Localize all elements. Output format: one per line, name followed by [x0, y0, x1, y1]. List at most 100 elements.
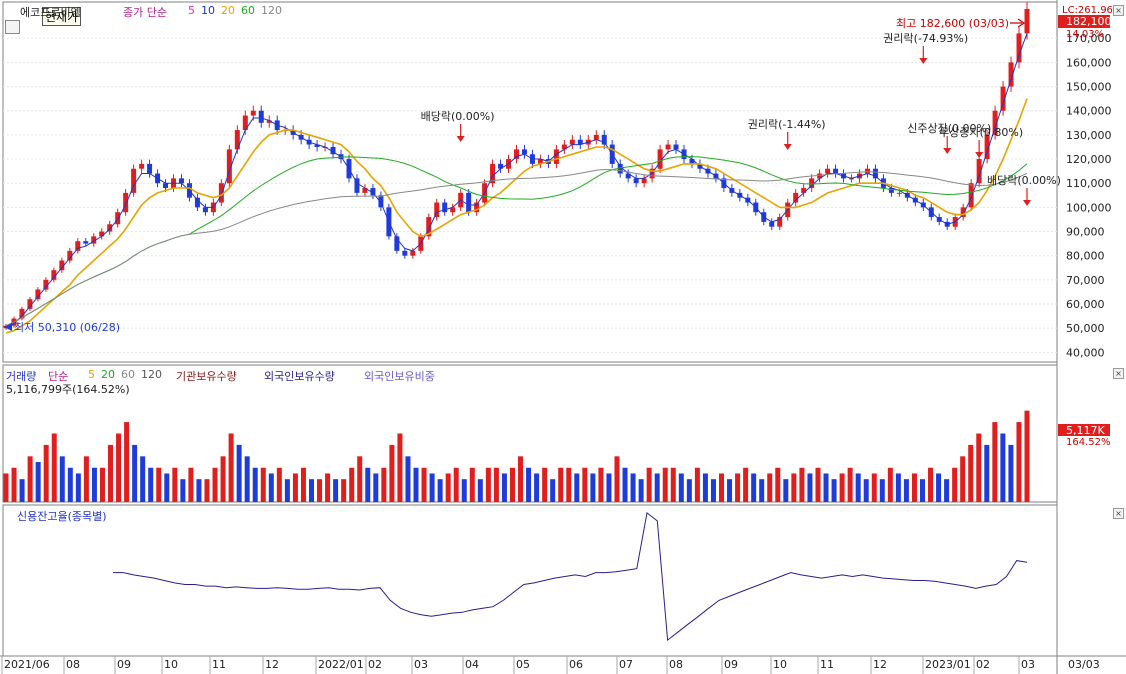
- candle-body: [673, 144, 679, 150]
- settings-icon[interactable]: [5, 20, 20, 34]
- volume-bar: [75, 473, 81, 502]
- price-tick-label: 120,000: [1066, 153, 1112, 166]
- x-tick-label: 2022/01: [318, 658, 364, 671]
- volume-bar: [590, 473, 596, 502]
- candle-body: [115, 212, 121, 225]
- volume-bar: [550, 479, 556, 502]
- volume-bar: [783, 479, 789, 502]
- volume-bar: [236, 444, 242, 502]
- volume-bar: [509, 467, 515, 502]
- volume-bar: [582, 467, 588, 502]
- volume-bar: [646, 467, 652, 502]
- candle-body: [833, 168, 839, 174]
- volume-bar: [863, 479, 869, 502]
- volume-bar: [759, 479, 765, 502]
- volume-bar: [35, 462, 41, 502]
- stock-chart[interactable]: 170,000160,000150,000140,000130,000120,0…: [0, 0, 1126, 674]
- volume-bar: [437, 479, 443, 502]
- volume-bar: [381, 467, 387, 502]
- volume-bar: [735, 473, 741, 502]
- volume-bar: [148, 467, 154, 502]
- x-tick-label: 06: [569, 658, 583, 671]
- candle-body: [793, 192, 799, 203]
- volume-bar: [944, 479, 950, 502]
- volume-bar: [839, 473, 845, 502]
- volume-bar: [936, 473, 942, 502]
- volume-bar: [767, 473, 773, 502]
- x-tick-label: 02: [976, 658, 990, 671]
- volume-bar: [108, 444, 114, 502]
- candle-body: [641, 178, 647, 184]
- volume-bar: [895, 473, 901, 502]
- x-tick-label: 08: [66, 658, 80, 671]
- x-tick-label: 11: [212, 658, 226, 671]
- volume-bar: [164, 473, 170, 502]
- candle-body: [466, 192, 472, 213]
- volume-bar: [43, 444, 49, 502]
- volume-bar: [702, 473, 708, 502]
- candle-body: [402, 250, 408, 256]
- volume-bar: [960, 456, 966, 502]
- x-tick-label: 07: [619, 658, 633, 671]
- volume-bar: [365, 467, 371, 502]
- ma-period-5[interactable]: 5: [88, 368, 95, 381]
- ma-period-60[interactable]: 60: [241, 4, 255, 17]
- volume-bar: [116, 433, 122, 502]
- price-indicator: 종가 단순: [123, 6, 167, 19]
- volume-panel-close-icon[interactable]: ×: [1113, 368, 1124, 379]
- volume-bar: [268, 473, 274, 502]
- ma-period-5[interactable]: 5: [188, 4, 195, 17]
- price-tick-label: 90,000: [1066, 226, 1105, 239]
- candle-body: [777, 217, 783, 227]
- volume-bar: [775, 467, 781, 502]
- volume-bar: [976, 433, 982, 502]
- price-tick-label: 140,000: [1066, 105, 1112, 118]
- volume-bar: [445, 473, 451, 502]
- candle-body: [139, 163, 145, 169]
- volume-bar: [196, 479, 202, 502]
- volume-bar: [534, 473, 540, 502]
- ma-period-60[interactable]: 60: [121, 368, 135, 381]
- x-tick-label: 10: [164, 658, 178, 671]
- ma-period-120[interactable]: 120: [261, 4, 282, 17]
- candle-body: [633, 178, 639, 184]
- volume-bar: [1016, 422, 1022, 502]
- ma-period-120[interactable]: 120: [141, 368, 162, 381]
- volume-bar: [791, 473, 797, 502]
- volume-bar: [27, 456, 33, 502]
- volume-bar: [91, 467, 97, 502]
- volume-bar: [710, 479, 716, 502]
- volume-bar: [325, 473, 331, 502]
- event-label: 배당락(0.00%): [987, 174, 1061, 187]
- credit-panel-close-icon[interactable]: ×: [1113, 508, 1124, 519]
- candle-body: [1024, 9, 1030, 34]
- volume-bar: [124, 422, 130, 502]
- ma-period-20[interactable]: 20: [221, 4, 235, 17]
- current-date-label: 03/03: [1068, 658, 1100, 671]
- ma-period-10[interactable]: 10: [201, 4, 215, 17]
- credit-label: 신용잔고율(종목별): [17, 510, 107, 523]
- volume-bar: [911, 473, 917, 502]
- high-label: 최고 182,600 (03/03): [896, 17, 1009, 30]
- volume-bar: [333, 479, 339, 502]
- volume-bar: [1008, 444, 1014, 502]
- volume-bar: [357, 456, 363, 502]
- volume-bar: [952, 467, 958, 502]
- candle-body: [872, 168, 878, 179]
- volume-bar: [389, 444, 395, 502]
- x-tick-label: 09: [724, 658, 738, 671]
- volume-bar: [477, 479, 483, 502]
- volume-bar: [694, 467, 700, 502]
- panel-close-icon[interactable]: ×: [1113, 5, 1124, 16]
- x-tick-label: 12: [873, 658, 887, 671]
- candle-body: [553, 149, 559, 164]
- volume-bar: [292, 473, 298, 502]
- ma-period-20[interactable]: 20: [101, 368, 115, 381]
- volume-bar: [349, 467, 355, 502]
- low-label: 최저 50,310 (06/28): [14, 321, 120, 334]
- volume-bar: [903, 479, 909, 502]
- volume-bar: [815, 467, 821, 502]
- price-tick-label: 110,000: [1066, 177, 1112, 190]
- x-tick-label: 2021/06: [4, 658, 50, 671]
- volume-bar: [1024, 410, 1030, 502]
